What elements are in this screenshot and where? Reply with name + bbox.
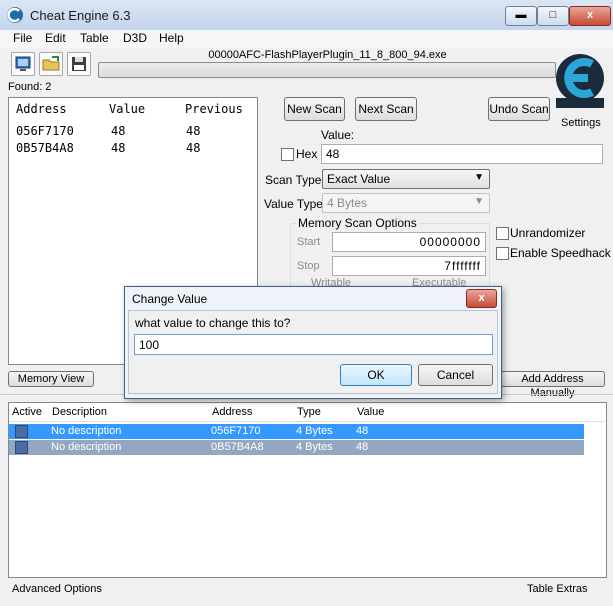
hex-label[interactable]: Hex: [296, 147, 317, 161]
open-process-icon: [15, 56, 31, 71]
menu-help[interactable]: Help: [159, 31, 184, 45]
start-address-input[interactable]: 00000000: [332, 232, 486, 252]
scan-type-select[interactable]: Exact Value ▼: [322, 169, 490, 189]
minimize-button[interactable]: ▬: [505, 6, 537, 26]
scan-value-input[interactable]: 48: [321, 144, 603, 164]
cheat-engine-logo-icon[interactable]: [552, 48, 608, 114]
hex-checkbox[interactable]: [281, 148, 294, 161]
value-label: Value:: [321, 128, 355, 142]
add-address-manually-button[interactable]: Add Address Manually: [500, 371, 605, 399]
menu-table[interactable]: Table: [80, 31, 109, 45]
table-extras-link[interactable]: Table Extras: [527, 583, 588, 595]
result-row-address[interactable]: 0B57B4A8: [16, 141, 74, 155]
undo-scan-button[interactable]: Undo Scan: [488, 97, 550, 121]
unrandomizer-label[interactable]: Unrandomizer: [510, 226, 585, 240]
row-value: 48: [356, 425, 369, 437]
unrandomizer-checkbox[interactable]: [496, 227, 509, 240]
menu-d3d[interactable]: D3D: [123, 31, 147, 45]
open-process-button[interactable]: [11, 52, 35, 76]
address-row[interactable]: No description 0B57B4A8 4 Bytes 48: [9, 440, 584, 455]
open-file-button[interactable]: [39, 52, 63, 76]
row-type: 4 Bytes: [296, 425, 333, 437]
col-active[interactable]: Active: [12, 406, 42, 418]
save-button[interactable]: [67, 52, 91, 76]
cheat-engine-app-icon: [7, 7, 23, 23]
address-row[interactable]: No description 056F7170 4 Bytes 48: [9, 424, 584, 439]
col-address[interactable]: Address: [212, 406, 252, 418]
row-address: 0B57B4A8: [211, 441, 264, 453]
start-label: Start: [297, 236, 321, 248]
active-checkbox[interactable]: [15, 441, 28, 454]
results-header-address[interactable]: Address: [16, 102, 67, 116]
advanced-options-link[interactable]: Advanced Options: [12, 583, 102, 595]
speedhack-checkbox[interactable]: [496, 247, 509, 260]
stop-label: Stop: [297, 260, 320, 272]
next-scan-button[interactable]: Next Scan: [355, 97, 417, 121]
result-row-previous[interactable]: 48: [186, 141, 200, 155]
menu-file[interactable]: File: [13, 31, 32, 45]
scan-type-label: Scan Type: [265, 173, 322, 187]
col-value[interactable]: Value: [357, 406, 384, 418]
process-name: 00000AFC-FlashPlayerPlugin_11_8_800_94.e…: [208, 49, 447, 61]
open-file-icon: [42, 56, 60, 71]
chevron-down-icon: ▼: [474, 172, 484, 183]
active-checkbox[interactable]: [15, 425, 28, 438]
settings-label[interactable]: Settings: [561, 117, 601, 129]
menu-edit[interactable]: Edit: [45, 31, 66, 45]
cancel-button[interactable]: Cancel: [418, 364, 493, 386]
maximize-button[interactable]: □: [537, 6, 569, 26]
dialog-close-button[interactable]: x: [466, 289, 497, 308]
value-type-label: Value Type: [264, 197, 323, 211]
result-row-address[interactable]: 056F7170: [16, 124, 74, 138]
results-header-value[interactable]: Value: [109, 102, 145, 116]
memory-scan-options-label: Memory Scan Options: [296, 216, 419, 230]
value-type-select[interactable]: 4 Bytes ▼: [322, 193, 490, 213]
scan-progress-bar: [98, 62, 556, 78]
row-type: 4 Bytes: [296, 441, 333, 453]
result-row-value[interactable]: 48: [111, 141, 125, 155]
value-type-value: 4 Bytes: [327, 196, 368, 210]
found-count: Found: 2: [8, 81, 52, 93]
row-value: 48: [356, 441, 369, 453]
save-icon: [72, 57, 86, 71]
scan-type-value: Exact Value: [327, 172, 391, 186]
new-value-input[interactable]: 100: [134, 334, 493, 355]
dialog-title: Change Value: [132, 292, 208, 306]
new-scan-button[interactable]: New Scan: [284, 97, 345, 121]
col-description[interactable]: Description: [52, 406, 107, 418]
dialog-prompt: what value to change this to?: [135, 316, 291, 330]
ok-button[interactable]: OK: [340, 364, 412, 386]
window-title: Cheat Engine 6.3: [30, 8, 131, 23]
row-description: No description: [51, 425, 122, 437]
close-window-button[interactable]: x: [569, 6, 611, 26]
row-description: No description: [51, 441, 122, 453]
chevron-down-icon: ▼: [474, 196, 484, 207]
col-type[interactable]: Type: [297, 406, 321, 418]
memory-view-button[interactable]: Memory View: [8, 371, 94, 387]
result-row-previous[interactable]: 48: [186, 124, 200, 138]
results-header-previous[interactable]: Previous: [185, 102, 243, 116]
row-address: 056F7170: [211, 425, 261, 437]
stop-address-input[interactable]: 7fffffff: [332, 256, 486, 276]
speedhack-label[interactable]: Enable Speedhack: [510, 246, 611, 260]
result-row-value[interactable]: 48: [111, 124, 125, 138]
